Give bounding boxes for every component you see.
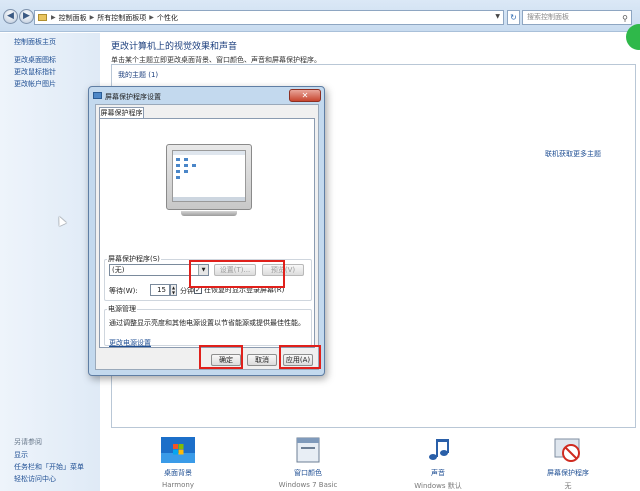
breadcrumb-control-panel[interactable]: 控制面板 [59, 13, 87, 23]
see-also-ease-of-access-link[interactable]: 轻松访问中心 [14, 474, 56, 484]
monitor-preview-screen [172, 150, 246, 202]
change-desktop-icons-link[interactable]: 更改桌面图标 [14, 55, 56, 65]
desktop-thumbnail-icon [173, 151, 245, 201]
control-panel-home-link[interactable]: 控制面板主页 [14, 37, 56, 47]
sounds-item[interactable]: 声音 Windows 默认 [393, 437, 483, 491]
see-also-display-link[interactable]: 显示 [14, 450, 28, 460]
wait-minutes-input[interactable]: 15 [150, 284, 170, 296]
breadcrumb-separator-icon: ▶ [89, 14, 95, 21]
screensaver-settings-dialog: 屏幕保护程序设置 ✕ 屏幕保护程序 屏幕保护程序(S) (无) ▼ 设置(T).… [88, 86, 325, 376]
monitor-preview [166, 144, 252, 210]
screensaver-item[interactable]: 屏幕保护程序 无 [523, 437, 613, 491]
my-themes-heading: 我的主题 (1) [118, 71, 159, 79]
window-color-icon [296, 437, 320, 463]
screensaver-group-label: 屏幕保护程序(S) [107, 254, 161, 264]
back-arrow-icon: ◀ [7, 11, 14, 21]
screensaver-none-icon [554, 438, 580, 462]
monitor-stand [181, 211, 237, 216]
change-account-picture-link[interactable]: 更改帐户图片 [14, 79, 56, 89]
breadcrumb-separator-icon: ▶ [51, 14, 56, 21]
screensaver-tab-panel: 屏幕保护程序(S) (无) ▼ 设置(T)... 预览(V) 等待(W): 15… [99, 118, 315, 348]
breadcrumb-separator-icon: ▶ [149, 14, 154, 21]
search-placeholder: 搜索控制面板 [527, 13, 569, 21]
floating-green-badge-icon[interactable] [626, 24, 640, 50]
breadcrumb-all-items[interactable]: 所有控制面板项 [97, 13, 146, 23]
see-also-heading: 另请参阅 [14, 438, 42, 446]
forward-button[interactable]: ▶ [19, 9, 34, 24]
screensaver-label: 屏幕保护程序 [547, 469, 589, 477]
forward-arrow-icon: ▶ [23, 11, 30, 21]
sounds-value: Windows 默认 [414, 482, 462, 490]
dialog-close-button[interactable]: ✕ [289, 89, 321, 102]
highlight-ok-button [199, 345, 243, 369]
window-color-value: Windows 7 Basic [278, 481, 338, 489]
left-task-pane: 控制面板主页 更改桌面图标 更改鼠标指针 更改帐户图片 另请参阅 显示 任务栏和… [0, 33, 100, 491]
highlight-apply-button [279, 345, 321, 369]
dialog-app-icon [93, 92, 102, 99]
screensaver-value: 无 [564, 482, 572, 490]
power-management-label: 电源管理 [107, 304, 137, 314]
window-color-item[interactable]: 窗口颜色 Windows 7 Basic [263, 437, 353, 489]
power-management-description: 通过调整显示亮度和其他电源设置以节省能源或提供最佳性能。 [109, 319, 305, 327]
sounds-icon [429, 439, 449, 460]
wait-spinner[interactable]: ▲ ▼ [170, 284, 177, 296]
desktop-background-label: 桌面背景 [164, 469, 192, 477]
folder-icon [38, 14, 47, 21]
address-toolbar: ◀ ▶ ▶ 控制面板 ▶ 所有控制面板项 ▶ 个性化 ▼ ↻ 搜索控制面板 ⚲ [0, 0, 640, 32]
cancel-button[interactable]: 取消 [247, 354, 277, 366]
desktop-background-icon [161, 437, 195, 463]
highlight-resume-checkbox [189, 260, 285, 288]
see-also-taskbar-link[interactable]: 任务栏和「开始」菜单 [14, 462, 84, 472]
sounds-label: 声音 [431, 469, 445, 477]
refresh-icon: ↻ [510, 13, 517, 22]
spin-down-icon: ▼ [171, 290, 176, 295]
screensaver-select-value: (无) [112, 266, 125, 274]
desktop-background-value: Harmony [162, 481, 194, 489]
dialog-title: 屏幕保护程序设置 [105, 93, 161, 101]
back-button[interactable]: ◀ [3, 9, 18, 24]
change-power-settings-link[interactable]: 更改电源设置 [109, 338, 151, 348]
window-color-label: 窗口颜色 [294, 469, 322, 477]
search-icon: ⚲ [622, 14, 628, 23]
search-input[interactable]: 搜索控制面板 ⚲ [522, 10, 632, 25]
wait-label: 等待(W): [109, 287, 138, 295]
change-mouse-pointer-link[interactable]: 更改鼠标指针 [14, 67, 56, 77]
close-icon: ✕ [301, 91, 309, 100]
desktop-background-item[interactable]: 桌面背景 Harmony [133, 437, 223, 489]
breadcrumb-personalization[interactable]: 个性化 [157, 13, 178, 23]
address-dropdown-icon[interactable]: ▼ [495, 13, 500, 20]
dialog-body: 屏幕保护程序 屏幕保护程序(S) (无) ▼ 设置(T)... 预览(V) 等待… [95, 104, 319, 370]
get-more-themes-online-link[interactable]: 联机获取更多主题 [545, 149, 601, 159]
page-title: 更改计算机上的视觉效果和声音 [111, 42, 238, 52]
refresh-button[interactable]: ↻ [507, 10, 520, 25]
address-bar[interactable]: ▶ 控制面板 ▶ 所有控制面板项 ▶ 个性化 ▼ [34, 10, 504, 25]
